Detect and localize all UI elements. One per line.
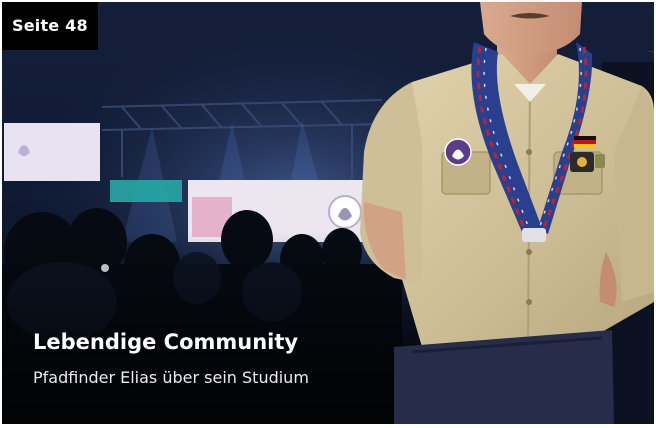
teaser-card[interactable]: Seite 48 Lebendige Community Pfadfinder …: [2, 2, 654, 424]
teaser-subline: Pfadfinder Elias über sein Studium: [33, 368, 309, 387]
frame-edge: [648, 51, 654, 52]
page-number-badge: Seite 48: [2, 2, 98, 50]
teaser-headline[interactable]: Lebendige Community: [33, 328, 298, 356]
teaser-photo: [2, 2, 654, 424]
